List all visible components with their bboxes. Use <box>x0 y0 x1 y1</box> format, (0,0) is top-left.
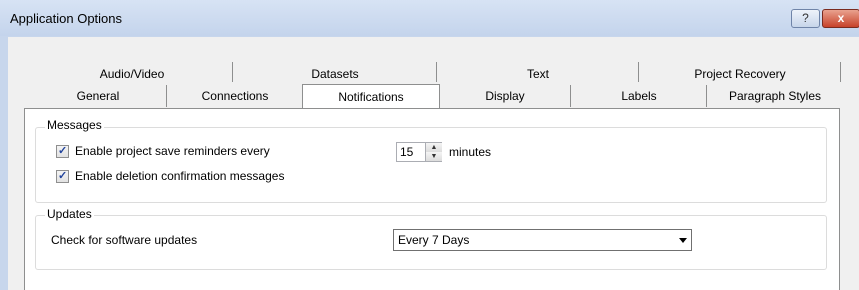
tab-label: Notifications <box>338 90 404 104</box>
messages-group <box>35 127 827 203</box>
tab-datasets[interactable]: Datasets <box>234 64 436 84</box>
tab-label: Project Recovery <box>694 67 786 81</box>
tab-general[interactable]: General <box>30 86 166 106</box>
tab-connections[interactable]: Connections <box>168 86 302 106</box>
chevron-down-icon[interactable] <box>679 238 687 243</box>
tab-label: Text <box>526 67 549 81</box>
minutes-value[interactable]: 15 <box>400 145 413 159</box>
tab-label: Labels <box>621 89 657 103</box>
tab-display[interactable]: Display <box>440 86 570 106</box>
tab-audio-video[interactable]: Audio/Video <box>32 64 232 84</box>
update-frequency-select[interactable]: Every 7 Days <box>393 229 692 251</box>
tab-divider <box>706 85 707 107</box>
updates-legend: Updates <box>45 207 94 221</box>
application-options-window: Application Options ? x Audio/Video Data… <box>0 0 859 290</box>
tab-label: Paragraph Styles <box>728 89 822 103</box>
help-button[interactable]: ? <box>791 9 820 28</box>
spin-down-icon[interactable]: ▼ <box>425 152 442 161</box>
check-mark-icon: ✓ <box>58 145 68 157</box>
minutes-spinner[interactable]: 15 ▲ ▼ <box>396 142 442 162</box>
save-reminder-checkbox[interactable]: ✓ <box>56 145 69 158</box>
check-mark-icon: ✓ <box>58 170 68 182</box>
tab-divider <box>570 85 571 107</box>
window-title: Application Options <box>10 11 123 26</box>
tab-divider <box>232 62 233 82</box>
help-icon: ? <box>802 11 809 25</box>
update-frequency-value: Every 7 Days <box>398 233 470 247</box>
tab-label: Audio/Video <box>99 67 165 81</box>
tab-project-recovery[interactable]: Project Recovery <box>640 64 840 84</box>
tab-divider <box>638 62 639 82</box>
title-bar[interactable]: Application Options ? x <box>0 0 859 36</box>
tab-label: General <box>76 89 120 103</box>
messages-legend: Messages <box>45 118 104 132</box>
tab-text[interactable]: Text <box>438 64 638 84</box>
tab-notifications[interactable]: Notifications <box>302 84 440 110</box>
notifications-panel: Messages ✓ Enable project save reminders… <box>24 108 840 290</box>
tab-divider <box>166 85 167 107</box>
tab-divider <box>840 62 841 82</box>
close-icon: x <box>837 11 845 25</box>
tab-labels[interactable]: Labels <box>572 86 706 106</box>
deletion-confirm-checkbox[interactable]: ✓ <box>56 170 69 183</box>
tab-label: Display <box>485 89 525 103</box>
tab-divider <box>436 62 437 82</box>
close-button[interactable]: x <box>822 9 859 28</box>
tab-paragraph-styles[interactable]: Paragraph Styles <box>708 86 842 106</box>
check-updates-label: Check for software updates <box>51 233 198 247</box>
minutes-label: minutes <box>449 145 492 159</box>
save-reminder-label: Enable project save reminders every <box>75 144 270 158</box>
deletion-confirm-label: Enable deletion confirmation messages <box>75 169 285 183</box>
tab-label: Connections <box>201 89 269 103</box>
tab-label: Datasets <box>311 67 359 81</box>
